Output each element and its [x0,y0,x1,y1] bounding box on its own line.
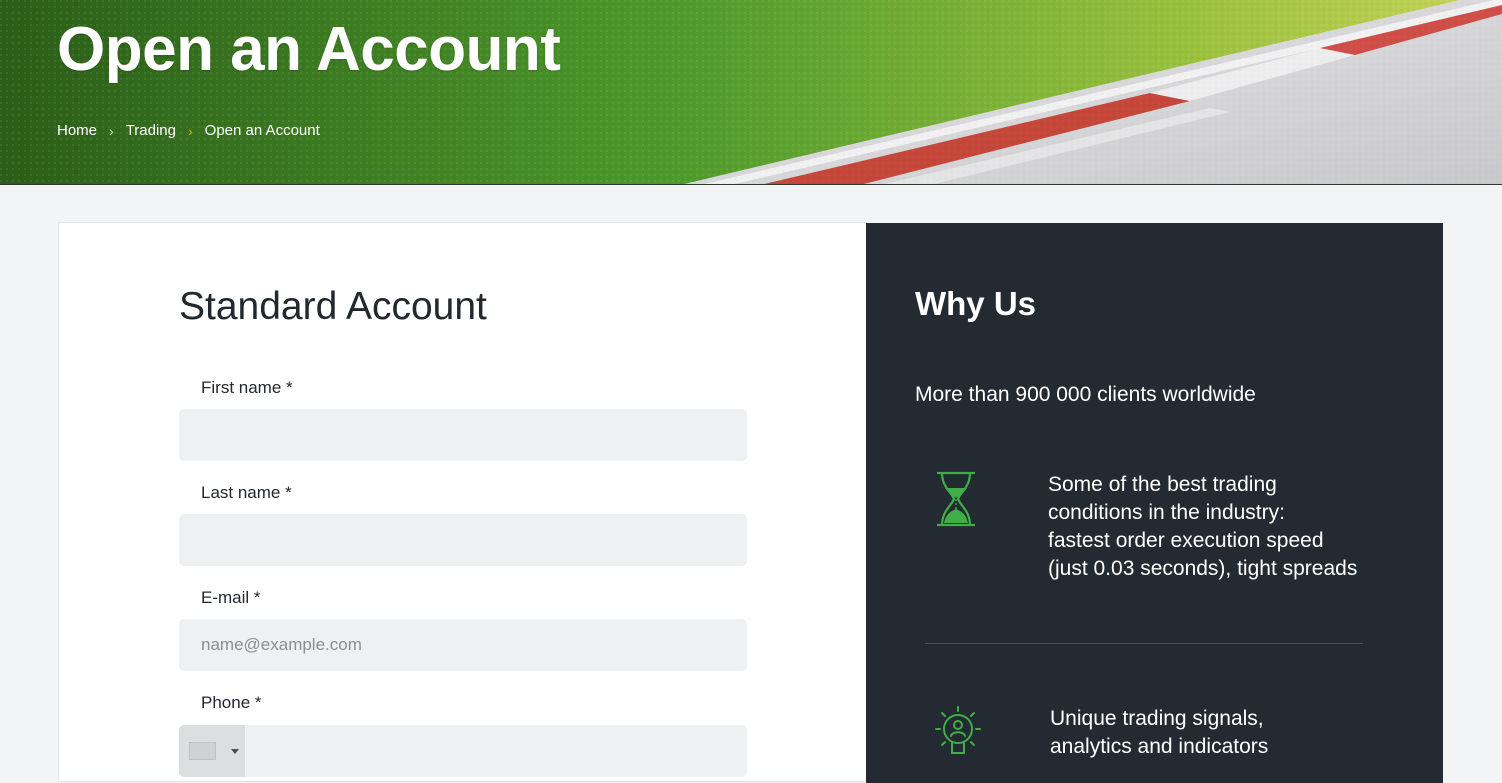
form-title: Standard Account [179,285,487,328]
breadcrumb-trading-link[interactable]: Trading [126,122,176,139]
first-name-label: First name * [201,378,293,397]
lightbulb-icon [935,706,981,754]
feature-divider [925,643,1363,644]
breadcrumb-separator-icon: › [109,122,114,139]
phone-label: Phone * [201,693,262,712]
first-name-input[interactable] [179,409,747,461]
account-form-card: Standard Account First name * Last name … [58,222,867,782]
last-name-input[interactable] [179,514,747,566]
page-hero: Open an Account Home › Trading › Open an… [0,0,1502,185]
why-us-title: Why Us [915,285,1037,322]
chevron-down-icon [231,749,239,754]
feature-text: Unique trading signals, analytics and in… [1050,707,1269,758]
why-us-lead: More than 900 000 clients worldwide [915,383,1256,406]
country-flag-icon [189,742,216,760]
breadcrumb: Home › Trading › Open an Account [57,122,320,139]
hourglass-icon [937,471,975,527]
phone-input[interactable] [245,725,747,777]
email-input[interactable] [179,619,747,671]
phone-country-select[interactable] [179,725,245,777]
page-title: Open an Account [57,15,561,84]
breadcrumb-home-link[interactable]: Home [57,122,97,139]
email-label: E-mail * [201,588,261,607]
breadcrumb-separator-icon: › [188,122,193,139]
last-name-label: Last name * [201,483,292,502]
why-us-panel: Why Us More than 900 000 clients worldwi… [866,223,1443,783]
feature-text: Some of the best trading conditions in t… [1048,473,1358,580]
phone-field [179,725,747,777]
breadcrumb-current: Open an Account [204,122,320,139]
